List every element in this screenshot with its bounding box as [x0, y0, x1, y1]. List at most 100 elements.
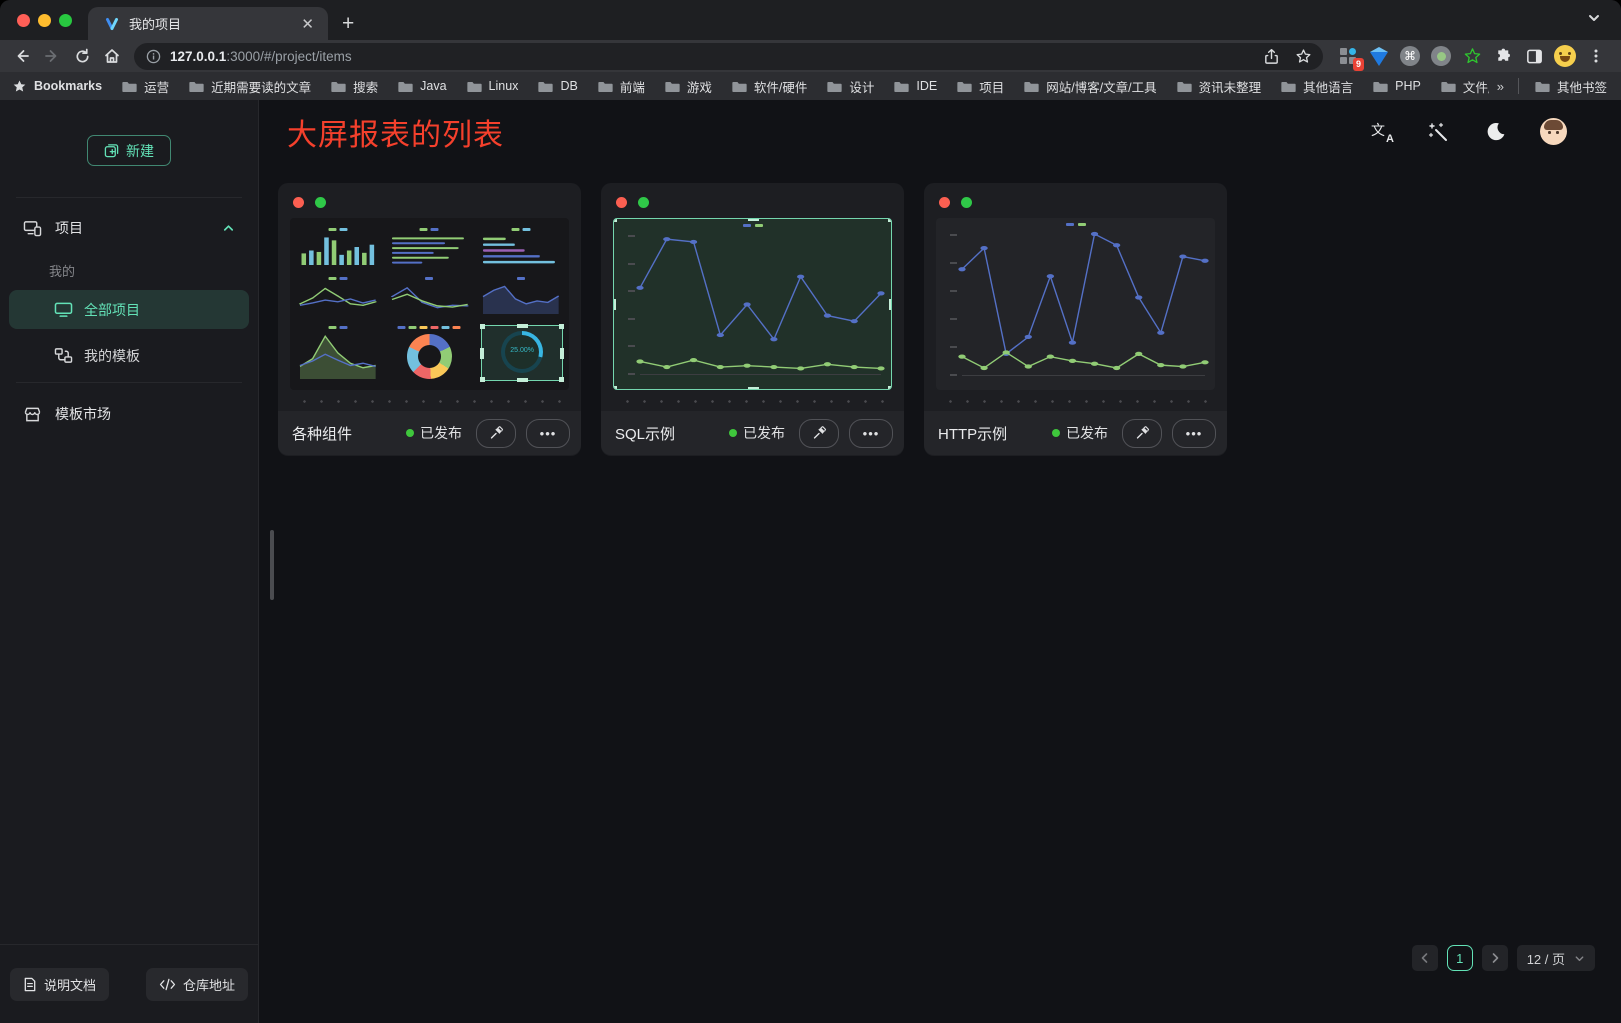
bookmark-folder[interactable]: 其他语言 — [1271, 77, 1363, 96]
address-bar[interactable]: 127.0.0.1:3000/#/project/items — [134, 43, 1323, 70]
close-window-button[interactable] — [17, 14, 30, 27]
tab-strip: 我的项目 ✕ + — [0, 0, 1621, 40]
repo-button[interactable]: 仓库地址 — [146, 968, 248, 1001]
back-icon[interactable] — [8, 42, 36, 70]
bookmark-folder[interactable]: 资讯未整理 — [1167, 77, 1272, 96]
page-size-select[interactable]: 12 / 页 — [1517, 945, 1595, 971]
folder-icon — [331, 80, 346, 93]
extension-badge: 9 — [1353, 58, 1364, 71]
dotted-separator — [939, 400, 1212, 403]
template-flow-icon — [54, 347, 73, 364]
minimize-window-button[interactable] — [38, 14, 51, 27]
site-info-icon[interactable] — [146, 49, 161, 64]
next-page-button[interactable] — [1482, 945, 1508, 971]
monitor-icon — [54, 301, 73, 318]
project-card[interactable]: 25.00% 各种组件 已发布 ••• — [278, 183, 581, 456]
home-icon[interactable] — [98, 42, 126, 70]
browser-tab[interactable]: 我的项目 ✕ — [88, 7, 328, 40]
bookmark-folder[interactable]: 搜索 — [321, 77, 388, 96]
chevron-up-icon[interactable] — [222, 222, 235, 235]
edit-button[interactable] — [799, 419, 839, 448]
browser-menu-icon[interactable] — [1583, 43, 1609, 69]
project-cards: 25.00% 各种组件 已发布 ••• — [259, 163, 1621, 456]
reload-icon[interactable] — [68, 42, 96, 70]
bookmark-folder[interactable]: IDE — [884, 79, 947, 93]
extensions-puzzle-icon[interactable] — [1490, 43, 1516, 69]
bookmark-folder[interactable]: Linux — [457, 79, 529, 93]
y-axis-ticks — [628, 235, 636, 375]
bookmark-folder[interactable]: 网站/博客/文章/工具 — [1014, 77, 1166, 96]
project-thumbnail: 25.00% — [290, 218, 569, 390]
mini-gauge-selected: 25.00% — [480, 325, 562, 381]
bookmark-folder[interactable]: Java — [388, 79, 456, 93]
page-1-button[interactable]: 1 — [1447, 945, 1473, 971]
prev-page-button[interactable] — [1412, 945, 1438, 971]
profile-avatar[interactable] — [1552, 43, 1578, 69]
sidebar-item-my-templates[interactable]: 我的模板 — [9, 336, 249, 375]
sidebar: 新建 项目 我的 — [0, 100, 259, 1023]
header-actions: 文A — [1371, 118, 1567, 145]
extension-gem-icon[interactable] — [1366, 43, 1392, 69]
bookmark-folder[interactable]: 近期需要读的文章 — [179, 77, 321, 96]
extension-grid-icon[interactable]: 9 — [1335, 43, 1361, 69]
folder-icon — [957, 80, 972, 93]
dark-mode-moon-icon[interactable] — [1483, 120, 1507, 144]
bookmark-folder[interactable]: 文件服务器 — [1431, 77, 1489, 96]
more-button[interactable]: ••• — [526, 419, 570, 448]
card-footer: SQL示例 已发布 ••• — [601, 411, 904, 455]
side-panel-icon[interactable] — [1521, 43, 1547, 69]
edit-button[interactable] — [1122, 419, 1162, 448]
new-project-button[interactable]: 新建 — [87, 135, 171, 166]
forward-icon[interactable] — [38, 42, 66, 70]
folder-icon — [665, 80, 680, 93]
divider — [16, 382, 242, 383]
other-bookmarks-folder[interactable]: 其他书签 — [1525, 77, 1609, 96]
sidebar-item-all-projects[interactable]: 全部项目 — [9, 290, 249, 329]
project-card[interactable]: SQL示例 已发布 ••• — [601, 183, 904, 456]
sidebar-item-template-market[interactable]: 模板市场 — [9, 393, 249, 435]
tab-search-chevron-icon[interactable] — [1587, 11, 1601, 25]
bookmark-folder[interactable]: 软件/硬件 — [722, 77, 817, 96]
docs-button[interactable]: 说明文档 — [10, 968, 109, 1001]
user-avatar[interactable] — [1540, 118, 1567, 145]
bookmark-folder[interactable]: 运营 — [112, 77, 179, 96]
project-name: HTTP示例 — [938, 423, 1042, 444]
browser-window: 我的项目 ✕ + 127.0.0.1:3000/#/project/items — [0, 0, 1621, 1023]
storefront-icon — [23, 406, 42, 423]
magic-wand-icon[interactable] — [1426, 120, 1450, 144]
scrollbar-thumb[interactable] — [270, 530, 274, 600]
edit-button[interactable] — [476, 419, 516, 448]
bookmark-folder[interactable]: PHP — [1363, 79, 1431, 93]
bookmarks-overflow-chevron[interactable]: » — [1489, 79, 1512, 94]
share-icon[interactable] — [1257, 42, 1285, 70]
bookmark-folder[interactable]: DB — [528, 79, 587, 93]
sidebar-section-project[interactable]: 项目 — [9, 207, 249, 249]
extension-command-icon[interactable]: ⌘ — [1397, 43, 1423, 69]
extensions-row: 9 ⌘ — [1331, 43, 1613, 69]
extension-dot-icon[interactable] — [1428, 43, 1454, 69]
extension-star-icon[interactable] — [1459, 43, 1485, 69]
new-tab-button[interactable]: + — [342, 12, 354, 36]
folder-icon — [1281, 80, 1296, 93]
goview-logo-icon — [104, 16, 120, 32]
bookmarks-separator — [1518, 78, 1519, 94]
language-icon[interactable]: 文A — [1371, 122, 1393, 142]
dotted-separator — [293, 400, 566, 403]
bookmark-folder[interactable]: 项目 — [947, 77, 1014, 96]
bookmarks-manager[interactable]: Bookmarks — [12, 79, 102, 94]
more-button[interactable]: ••• — [1172, 419, 1216, 448]
project-name: 各种组件 — [292, 423, 396, 444]
zoom-window-button[interactable] — [59, 14, 72, 27]
bookmark-folder[interactable]: 设计 — [817, 77, 884, 96]
document-icon — [23, 977, 37, 992]
project-card[interactable]: HTTP示例 已发布 ••• — [924, 183, 1227, 456]
bookmark-folder[interactable]: 游戏 — [655, 77, 722, 96]
folder-icon — [122, 80, 137, 93]
folder-icon — [1441, 80, 1456, 93]
bookmark-star-icon[interactable] — [1289, 42, 1317, 70]
bookmark-folder[interactable]: 前端 — [588, 77, 655, 96]
more-button[interactable]: ••• — [849, 419, 893, 448]
chart-legend — [1066, 223, 1086, 226]
tab-close-icon[interactable]: ✕ — [297, 15, 318, 33]
folder-icon — [827, 80, 842, 93]
